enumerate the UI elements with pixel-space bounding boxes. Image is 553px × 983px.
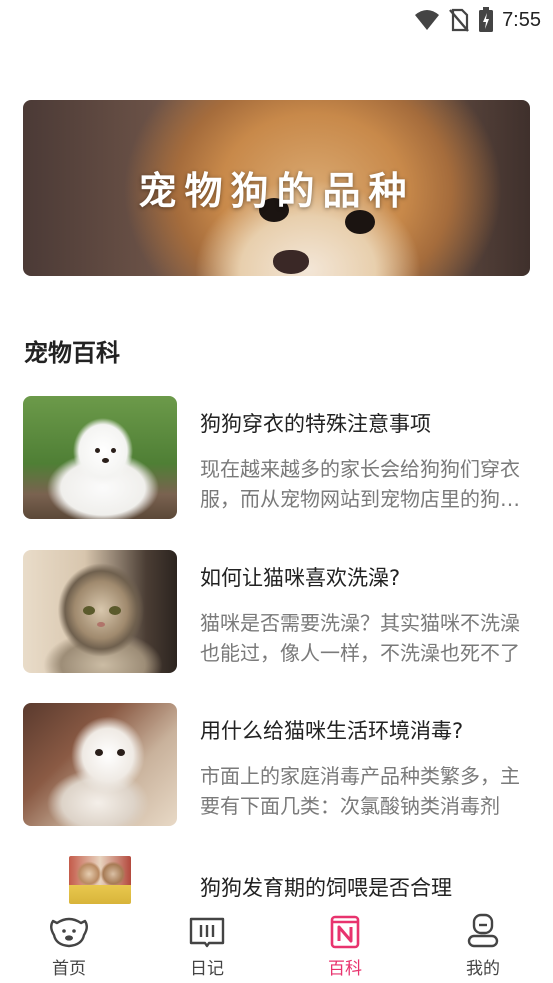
nav-item-encyclopedia[interactable]: 百科 bbox=[276, 905, 414, 983]
banner-carousel[interactable]: 宠物狗的品种 bbox=[23, 100, 530, 276]
banner-title: 宠物狗的品种 bbox=[138, 169, 415, 213]
article-thumbnail bbox=[23, 550, 177, 673]
wifi-icon bbox=[415, 10, 440, 30]
bottom-nav: 首页 日记 百科 我的 bbox=[0, 905, 553, 983]
section-title: 宠物百科 bbox=[24, 339, 120, 367]
article-summary: 猫咪是否需要洗澡？其实猫咪不洗澡也能过，像人一样，不洗澡也死不了 bbox=[200, 611, 520, 665]
article-title: 用什么给猫咪生活环境消毒? bbox=[200, 719, 464, 743]
clock-time: 7:55 bbox=[502, 8, 541, 31]
status-bar: 7:55 bbox=[0, 0, 553, 40]
dog-face-icon bbox=[50, 917, 88, 948]
article-thumbnail bbox=[23, 703, 177, 826]
nav-label: 日记 bbox=[190, 959, 224, 979]
encyclopedia-icon bbox=[330, 915, 360, 949]
profile-icon bbox=[467, 913, 499, 948]
article-title: 狗狗发育期的饲喂是否合理 bbox=[200, 876, 452, 900]
book-icon bbox=[189, 917, 225, 948]
article-item[interactable]: 如何让猫咪喜欢洗澡? 猫咪是否需要洗澡？其实猫咪不洗澡也能过，像人一样，不洗澡也… bbox=[23, 550, 530, 674]
nav-label: 我的 bbox=[466, 959, 500, 979]
nav-item-diary[interactable]: 日记 bbox=[138, 905, 276, 983]
article-title: 狗狗穿衣的特殊注意事项 bbox=[200, 412, 431, 436]
article-item[interactable]: 狗狗穿衣的特殊注意事项 现在越来越多的家长会给狗狗们穿衣服，而从宠物网站到宠物店… bbox=[23, 396, 530, 520]
dog-nose-decoration bbox=[273, 250, 309, 274]
article-title: 如何让猫咪喜欢洗澡? bbox=[200, 566, 401, 590]
no-sim-icon bbox=[449, 8, 469, 32]
nav-label: 百科 bbox=[328, 959, 362, 979]
nav-item-profile[interactable]: 我的 bbox=[414, 905, 552, 983]
status-icons: 7:55 bbox=[414, 6, 541, 34]
battery-charging-icon bbox=[479, 7, 494, 32]
nav-item-home[interactable]: 首页 bbox=[0, 905, 138, 983]
article-item[interactable]: 狗狗发育期的饲喂是否合理 bbox=[23, 856, 530, 905]
article-thumbnail bbox=[23, 396, 177, 519]
nav-label: 首页 bbox=[52, 959, 86, 979]
article-item[interactable]: 用什么给猫咪生活环境消毒? 市面上的家庭消毒产品种类繁多，主要有下面几类：次氯酸… bbox=[23, 703, 530, 827]
article-thumbnail bbox=[69, 856, 131, 904]
article-summary: 市面上的家庭消毒产品种类繁多，主要有下面几类：次氯酸钠类消毒剂 bbox=[200, 764, 520, 818]
article-summary: 现在越来越多的家长会给狗狗们穿衣服，而从宠物网站到宠物店里的狗狗衣服 bbox=[200, 457, 520, 511]
